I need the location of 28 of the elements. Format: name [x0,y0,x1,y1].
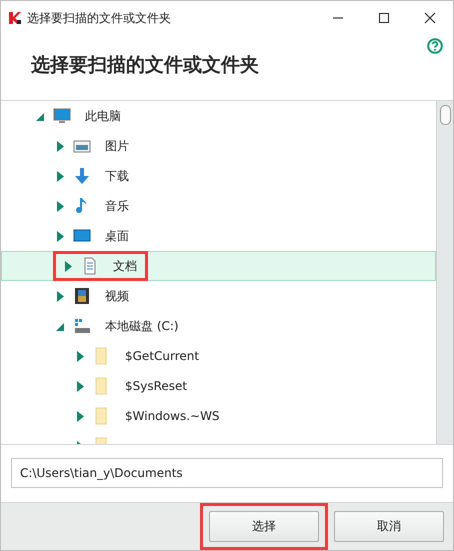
tree-item-label[interactable]: $SysReset [125,379,188,394]
tree-item-label[interactable]: 本地磁盘 (C:) [105,318,179,335]
window-title: 选择要扫描的文件或文件夹 [27,10,172,26]
close-icon [424,12,436,24]
help-icon[interactable] [427,38,443,54]
tree-item-label[interactable]: 图片 [105,138,129,155]
tree-item-label[interactable]: $Windows.~WS [125,409,220,424]
dialog-heading: 选择要扫描的文件或文件夹 [31,53,259,78]
tree-item-label[interactable]: 视频 [105,288,129,305]
tree-item-label[interactable]: $GetCurrent [125,349,200,364]
down-arrow-icon [73,167,91,186]
tree-item-label[interactable]: 文档 [113,258,137,275]
cancel-button[interactable]: 取消 [334,511,444,542]
app-logo-icon [9,12,21,24]
maximize-icon [378,12,390,24]
expanded-arrow-icon[interactable] [36,110,45,122]
film-icon [73,287,91,306]
drive-icon [73,317,91,336]
monitor-icon [53,107,71,126]
selected-tree-row[interactable]: 文档 [1,251,436,282]
tree-item-label[interactable]: 此电脑 [85,108,121,125]
expanded-arrow-icon[interactable] [56,320,65,332]
tree-item-label[interactable]: 桌面 [105,228,129,245]
path-field[interactable]: C:\Users\tian_y\Documents [11,458,443,488]
tree-item-label[interactable]: 下载 [105,168,129,185]
scrollbar-thumb[interactable] [440,105,450,126]
select-button[interactable]: 选择 [209,511,319,542]
tree-item-label[interactable]: 音乐 [105,198,129,215]
